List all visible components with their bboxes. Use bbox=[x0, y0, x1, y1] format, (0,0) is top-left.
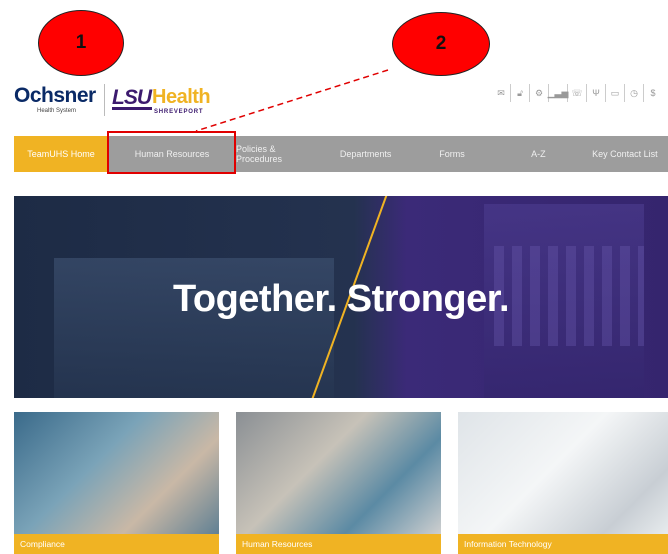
lock-icon[interactable]: 🔓︎ bbox=[511, 84, 530, 102]
lsu-health-logo-text: Health bbox=[152, 86, 211, 108]
ochsner-logo-text: Ochsner bbox=[14, 84, 96, 107]
nav-item-a-z[interactable]: A-Z bbox=[495, 136, 581, 172]
nav-item-policies-procedures[interactable]: Policies & Procedures bbox=[236, 136, 322, 172]
utility-icon-bar: ✉ 🔓︎ ⚙ ▁▃▅ ☏ Ψ ▭ ◷ $ bbox=[492, 84, 662, 102]
annotation-callout-2: 2 bbox=[392, 12, 490, 76]
card-information-technology[interactable]: Information Technology bbox=[458, 412, 668, 554]
ochsner-logo-subtext: Health System bbox=[37, 108, 77, 114]
card-human-resources-image bbox=[236, 412, 441, 536]
nav-item-forms[interactable]: Forms bbox=[409, 136, 495, 172]
annotation-highlight-box bbox=[107, 131, 236, 174]
nav-item-key-contact-list[interactable]: Key Contact List bbox=[582, 136, 668, 172]
hero-banner: Together. Stronger. bbox=[14, 196, 668, 398]
card-compliance-image bbox=[14, 412, 219, 536]
card-human-resources-label: Human Resources bbox=[236, 534, 441, 554]
annotation-callout-1: 1 bbox=[38, 10, 124, 76]
card-information-technology-label: Information Technology bbox=[458, 534, 668, 554]
lsu-logo-subtext: SHREVEPORT bbox=[154, 109, 204, 115]
nav-item-teamuhs-home[interactable]: TeamUHS Home bbox=[14, 136, 108, 172]
bar-chart-icon[interactable]: ▁▃▅ bbox=[548, 84, 568, 102]
card-information-technology-image bbox=[458, 412, 668, 536]
envelope-icon[interactable]: ✉ bbox=[492, 84, 511, 102]
monitor-icon[interactable]: ▭ bbox=[606, 84, 625, 102]
card-human-resources[interactable]: Human Resources bbox=[236, 412, 441, 554]
nav-item-departments[interactable]: Departments bbox=[322, 136, 408, 172]
utensils-icon[interactable]: Ψ bbox=[587, 84, 606, 102]
phone-icon[interactable]: ☏ bbox=[568, 84, 587, 102]
feature-cards: Compliance Human Resources Information T… bbox=[14, 412, 668, 554]
site-logo[interactable]: Ochsner Health System LSU Health SHREVEP… bbox=[14, 84, 211, 124]
dollar-icon[interactable]: $ bbox=[644, 84, 662, 102]
card-compliance[interactable]: Compliance bbox=[14, 412, 219, 554]
logo-divider bbox=[104, 84, 105, 116]
card-compliance-label: Compliance bbox=[14, 534, 219, 554]
hero-headline: Together. Stronger. bbox=[172, 278, 510, 320]
lsu-logo-underline bbox=[112, 107, 152, 110]
gear-icon[interactable]: ⚙ bbox=[530, 84, 549, 102]
clock-icon[interactable]: ◷ bbox=[625, 84, 644, 102]
